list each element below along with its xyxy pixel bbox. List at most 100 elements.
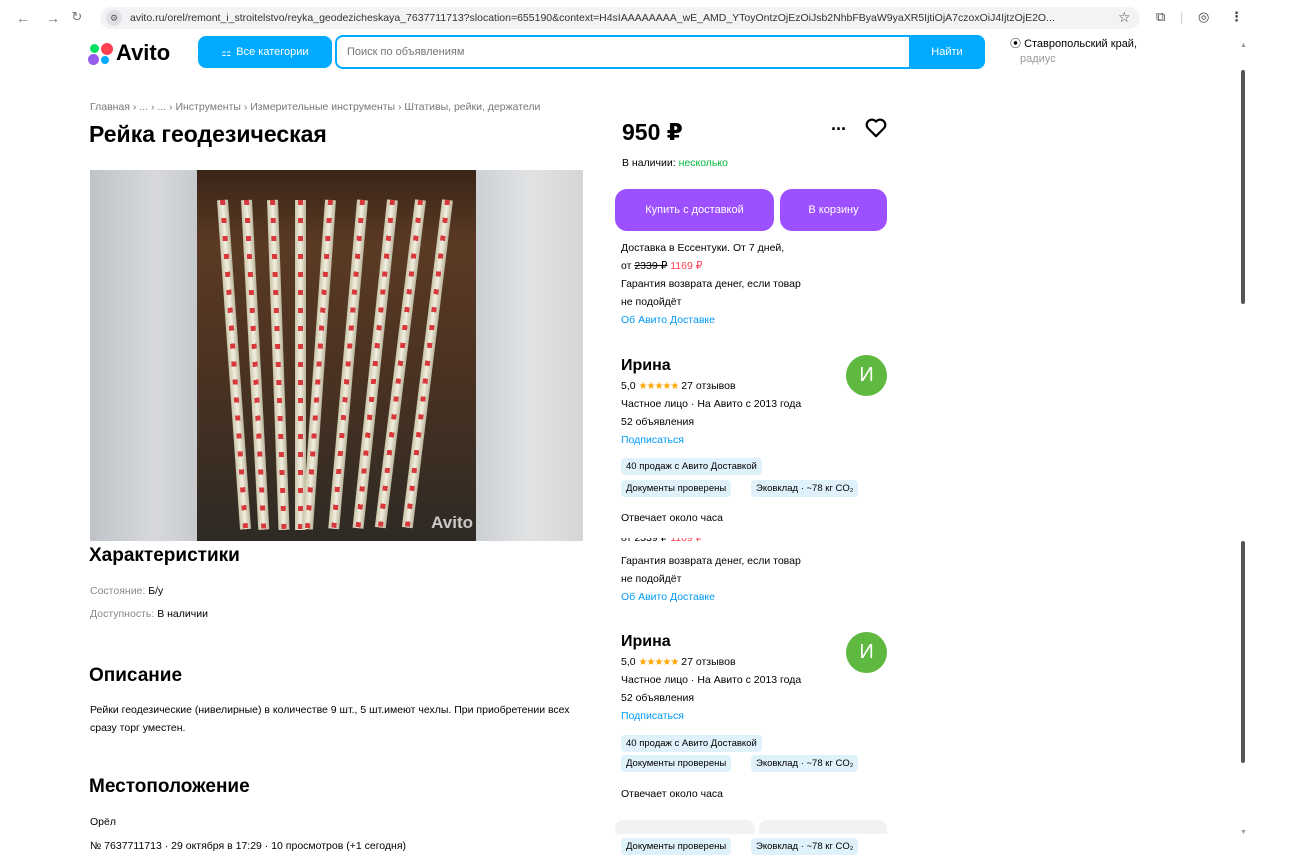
condition-key: Состояние:: [90, 585, 146, 597]
condition-row: Состояние: Б/у: [90, 585, 163, 597]
address-bar[interactable]: ⚙ avito.ru/orel/remont_i_stroitelstvo/re…: [100, 7, 1140, 29]
seller-ads-count[interactable]: 52 объявления: [621, 692, 694, 704]
more-options-icon[interactable]: ···: [831, 119, 847, 140]
eco-badge: Эковклад · ~78 кг CO₂: [751, 755, 859, 772]
listing-meta: № 7637711713 · 29 октября в 17:29 · 10 п…: [90, 840, 407, 852]
favorite-heart-icon[interactable]: [865, 118, 887, 138]
seller-avatar[interactable]: И: [846, 355, 887, 396]
scrollbar-thumb[interactable]: [1241, 70, 1245, 304]
search-button[interactable]: Найти: [909, 35, 985, 69]
seller-ads-count[interactable]: 52 объявления: [621, 416, 694, 428]
docs-verified-badge: Документы проверены: [621, 480, 732, 497]
page-scrollbar[interactable]: ▲ ▼: [1236, 36, 1250, 856]
page-title: Рейка геодезическая: [89, 121, 327, 147]
seller-name[interactable]: Ирина: [621, 633, 671, 651]
description-title: Описание: [89, 665, 183, 686]
photo-blur-left: [90, 170, 197, 541]
sales-badge: 40 продаж с Авито Доставкой: [621, 458, 762, 475]
availability-value: В наличии: [157, 608, 208, 620]
availability-row: Доступность: В наличии: [90, 608, 208, 620]
forward-icon[interactable]: →: [42, 10, 64, 26]
response-time: Отвечает около часа: [621, 512, 724, 524]
seller-avatar[interactable]: И: [846, 632, 887, 673]
avito-logo[interactable]: Avito: [88, 40, 170, 66]
avito-delivery-link[interactable]: Об Авито Доставке: [621, 314, 715, 326]
subscribe-link[interactable]: Подписаться: [621, 434, 684, 446]
site-info-icon[interactable]: ⚙: [106, 10, 122, 26]
delivery-price-fragment: от 2339 ₽ 1169 ₽: [621, 538, 702, 547]
characteristics-title: Характеристики: [89, 545, 240, 566]
price: 950 ₽: [622, 119, 683, 145]
avito-watermark: Avito: [431, 513, 473, 532]
seller-info: Частное лицо · На Авито с 2013 года: [621, 398, 802, 410]
reviews-count: 27 отзывов: [681, 656, 736, 668]
docs-verified-badge: Документы проверены: [621, 755, 732, 772]
region-name: Ставропольский край,: [1024, 38, 1138, 50]
eco-badge: Эковклад · ~78 кг CO₂: [751, 480, 859, 497]
price-from-label: от: [621, 260, 632, 272]
search-input[interactable]: [347, 46, 907, 58]
back-icon[interactable]: ←: [12, 10, 34, 26]
photo-main: [197, 170, 476, 541]
delivery-info: Доставка в Ессентуки. От 7 дней,: [621, 242, 785, 254]
location-city: Орёл: [90, 816, 116, 828]
docs-verified-badge: Документы проверены: [621, 838, 732, 855]
stock-status: В наличии: несколько: [622, 157, 728, 169]
guarantee-line-1: Гарантия возврата денег, если товар: [621, 555, 801, 567]
new-price: 1169 ₽: [670, 260, 703, 272]
guarantee-line-2: не подойдёт: [621, 296, 682, 308]
seller-rating[interactable]: 5,0 ★★★★★ 27 отзывов: [621, 380, 736, 392]
rating-stars-icon: ★★★★★: [638, 657, 680, 668]
ghost-button: [615, 820, 755, 834]
subscribe-link[interactable]: Подписаться: [621, 710, 684, 722]
ghost-button: [759, 820, 887, 834]
grid-search-icon: ⚏: [221, 46, 232, 59]
seller-info: Частное лицо · На Авито с 2013 года: [621, 674, 802, 686]
search-form: Найти: [335, 35, 985, 69]
response-time: Отвечает около часа: [621, 788, 724, 800]
reload-icon[interactable]: ↻: [66, 9, 88, 25]
browser-toolbar: ← → ↻ ⚙ avito.ru/orel/remont_i_stroitels…: [0, 0, 1294, 36]
toolbar-divider: |: [1180, 9, 1184, 24]
listing-photo[interactable]: Avito: [90, 170, 583, 541]
logo-text: Avito: [116, 40, 171, 65]
url-text[interactable]: avito.ru/orel/remont_i_stroitelstvo/reyk…: [130, 12, 1115, 24]
rating-value: 5,0: [621, 380, 636, 392]
stock-label: В наличии:: [622, 157, 676, 169]
bookmark-star-icon[interactable]: ☆: [1118, 9, 1131, 26]
new-price: 1169 ₽: [670, 538, 703, 544]
scroll-up-icon[interactable]: ▲: [1240, 42, 1247, 49]
guarantee-line-2: не подойдёт: [621, 573, 682, 585]
reviews-count: 27 отзывов: [681, 380, 736, 392]
photo-blur-right: [476, 170, 583, 541]
add-to-cart-button[interactable]: В корзину: [780, 189, 887, 231]
sales-badge: 40 продаж с Авито Доставкой: [621, 735, 762, 752]
scroll-down-icon[interactable]: ▼: [1240, 829, 1247, 836]
breadcrumb[interactable]: Главная › ... › ... › Инструменты › Изме…: [90, 101, 540, 113]
old-price: 2339 ₽: [634, 538, 668, 544]
location-title: Местоположение: [89, 776, 250, 797]
location-pin-icon: ⦿: [1010, 38, 1021, 50]
price-from-label: от: [621, 538, 632, 544]
old-price: 2339 ₽: [634, 260, 668, 272]
stock-value: несколько: [678, 157, 728, 169]
condition-value: Б/у: [148, 585, 164, 597]
all-categories-button[interactable]: ⚏ Все категории: [198, 36, 332, 68]
region-selector[interactable]: ⦿ Ставропольский край, радиус: [1010, 37, 1137, 67]
description-text: Рейки геодезические (нивелирные) в колич…: [90, 704, 570, 734]
delivery-price: от 2339 ₽ 1169 ₽: [621, 260, 702, 272]
guarantee-line-1: Гарантия возврата денег, если товар: [621, 278, 801, 290]
all-categories-label: Все категории: [236, 46, 309, 58]
seller-name[interactable]: Ирина: [621, 357, 671, 375]
extensions-icon[interactable]: ⧉: [1156, 9, 1165, 25]
avito-delivery-link[interactable]: Об Авито Доставке: [621, 591, 715, 603]
rating-stars-icon: ★★★★★: [638, 381, 680, 392]
seller-rating[interactable]: 5,0 ★★★★★ 27 отзывов: [621, 656, 736, 668]
logo-dots-icon: [88, 42, 114, 65]
buy-with-delivery-button[interactable]: Купить с доставкой: [615, 189, 774, 231]
menu-kebab-icon[interactable]: ⋮: [1230, 9, 1243, 25]
rating-value: 5,0: [621, 656, 636, 668]
profile-icon[interactable]: ◎: [1198, 9, 1209, 25]
region-radius: радиус: [1020, 53, 1056, 65]
availability-key: Доступность:: [90, 608, 155, 620]
